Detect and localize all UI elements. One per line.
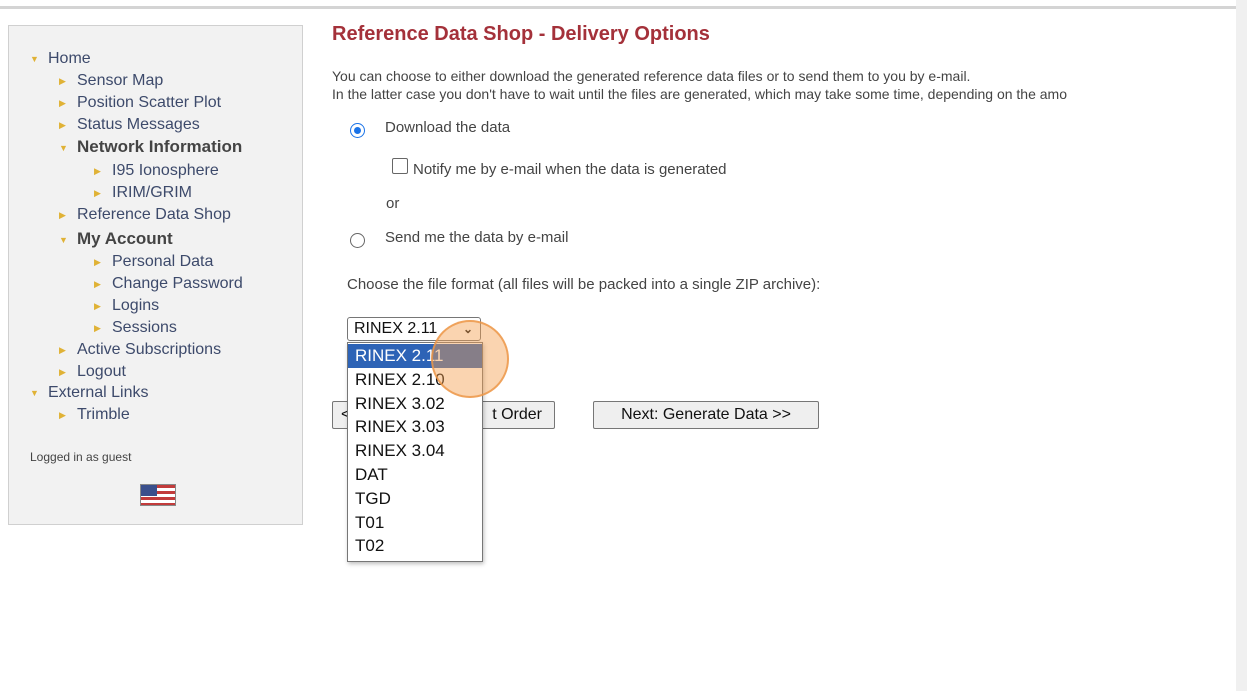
download-label: Download the data (385, 119, 511, 136)
or-label: or (386, 195, 400, 212)
edit-order-label: t Order (492, 406, 542, 423)
collapsed-arrow-icon: ▶ (59, 410, 66, 420)
sidebar-item[interactable]: ▶ IRIM/GRIM (94, 182, 192, 204)
file-format-dropdown[interactable]: RINEX 2.11 RINEX 2.10 RINEX 3.02 RINEX 3.03… (347, 342, 483, 562)
sidebar-item-label: Position Scatter Plot (77, 94, 222, 112)
format-option[interactable]: TGD (348, 487, 482, 511)
intro-text: You can choose to either download the ge… (332, 67, 1212, 103)
notify-label: Notify me by e-mail when the data is gen… (413, 161, 727, 178)
collapsed-arrow-icon: ▶ (94, 188, 101, 198)
sidebar-item-label: Change Password (112, 275, 243, 293)
sidebar-item[interactable]: ▶ Sensor Map (59, 70, 163, 92)
collapsed-arrow-icon: ▶ (59, 120, 66, 130)
email-radio[interactable] (350, 233, 365, 248)
sidebar-item-label: I95 Ionosphere (112, 162, 219, 180)
format-option[interactable]: RINEX 2.10 (348, 368, 482, 392)
sidebar-item[interactable]: ▼ My Account (59, 228, 173, 250)
format-option[interactable]: T01 (348, 511, 482, 535)
notify-checkbox[interactable] (392, 158, 408, 174)
expanded-arrow-icon: ▼ (30, 54, 39, 64)
sidebar-item-label: Active Subscriptions (77, 341, 222, 359)
next-generate-button[interactable]: Next: Generate Data >> (593, 401, 819, 429)
intro-line-2: In the latter case you don't have to wai… (332, 86, 1067, 102)
scrollbar-track[interactable] (1236, 0, 1247, 691)
sidebar-item-label: My Account (77, 229, 173, 248)
sidebar: ▼ Home ▶ Sensor Map ▶ Position Scatter Plot ▶ S… (8, 25, 303, 525)
expanded-arrow-icon: ▼ (59, 234, 68, 245)
sidebar-item-label: Trimble (77, 406, 130, 424)
sidebar-item[interactable]: ▶ Reference Data Shop (59, 204, 231, 226)
format-option[interactable]: DAT (348, 463, 482, 487)
sidebar-item[interactable]: ▶ Change Password (94, 273, 243, 295)
sidebar-item-label: External Links (48, 384, 149, 402)
format-option[interactable]: RINEX 3.02 (348, 392, 482, 416)
chevron-down-icon: ⌄ (462, 322, 473, 336)
us-flag-icon[interactable] (140, 484, 176, 506)
format-option[interactable]: T02 (348, 534, 482, 558)
page-title: Reference Data Shop - Delivery Options (332, 23, 710, 45)
sidebar-item[interactable]: ▶ Sessions (94, 317, 177, 339)
collapsed-arrow-icon: ▶ (94, 279, 101, 289)
sidebar-item[interactable]: ▶ Personal Data (94, 251, 213, 273)
sidebar-item-label: Personal Data (112, 253, 214, 271)
sidebar-item-label: Status Messages (77, 116, 200, 134)
sidebar-item[interactable]: ▼ External Links (30, 382, 149, 404)
download-radio[interactable] (350, 123, 365, 138)
sidebar-item-label: Logout (77, 363, 126, 381)
sidebar-item[interactable]: ▶ Logins (94, 295, 159, 317)
format-option[interactable]: RINEX 3.04 (348, 439, 482, 463)
sidebar-item[interactable]: ▼ Network Information (59, 136, 242, 158)
collapsed-arrow-icon: ▶ (94, 257, 101, 267)
format-prompt: Choose the file format (all files will b… (347, 276, 821, 293)
sidebar-item[interactable]: ▶ I95 Ionosphere (94, 160, 219, 182)
email-label: Send me the data by e-mail (385, 229, 569, 246)
sidebar-item[interactable]: ▶ Status Messages (59, 114, 200, 136)
format-option[interactable]: RINEX 2.11 (348, 344, 482, 368)
top-divider (0, 6, 1236, 9)
sidebar-item[interactable]: ▼ Home (30, 48, 91, 70)
sidebar-item[interactable]: ▶ Trimble (59, 404, 130, 426)
sidebar-item[interactable]: ▶ Logout (59, 361, 126, 383)
sidebar-item-label: Home (48, 50, 91, 68)
collapsed-arrow-icon: ▶ (94, 166, 101, 176)
sidebar-item-label: Sensor Map (77, 72, 164, 90)
expanded-arrow-icon: ▼ (30, 388, 39, 398)
expanded-arrow-icon: ▼ (59, 142, 68, 153)
sidebar-item-label: Reference Data Shop (77, 206, 231, 224)
collapsed-arrow-icon: ▶ (94, 323, 101, 333)
collapsed-arrow-icon: ▶ (59, 76, 66, 86)
sidebar-item[interactable]: ▶ Position Scatter Plot (59, 92, 221, 114)
collapsed-arrow-icon: ▶ (59, 367, 66, 377)
login-status: Logged in as guest (30, 450, 132, 464)
sidebar-item-label: IRIM/GRIM (112, 184, 192, 202)
sidebar-item-label: Sessions (112, 319, 177, 337)
format-option[interactable]: RINEX 3.03 (348, 415, 482, 439)
sidebar-item[interactable]: ▶ Active Subscriptions (59, 339, 221, 361)
collapsed-arrow-icon: ▶ (94, 301, 101, 311)
file-format-select[interactable]: RINEX 2.11 ⌄ (347, 317, 481, 341)
sidebar-item-label: Network Information (77, 137, 243, 156)
collapsed-arrow-icon: ▶ (59, 98, 66, 108)
intro-line-1: You can choose to either download the ge… (332, 68, 971, 84)
collapsed-arrow-icon: ▶ (59, 210, 66, 220)
file-format-value: RINEX 2.11 (354, 320, 438, 337)
collapsed-arrow-icon: ▶ (59, 345, 66, 355)
sidebar-item-label: Logins (112, 297, 160, 315)
